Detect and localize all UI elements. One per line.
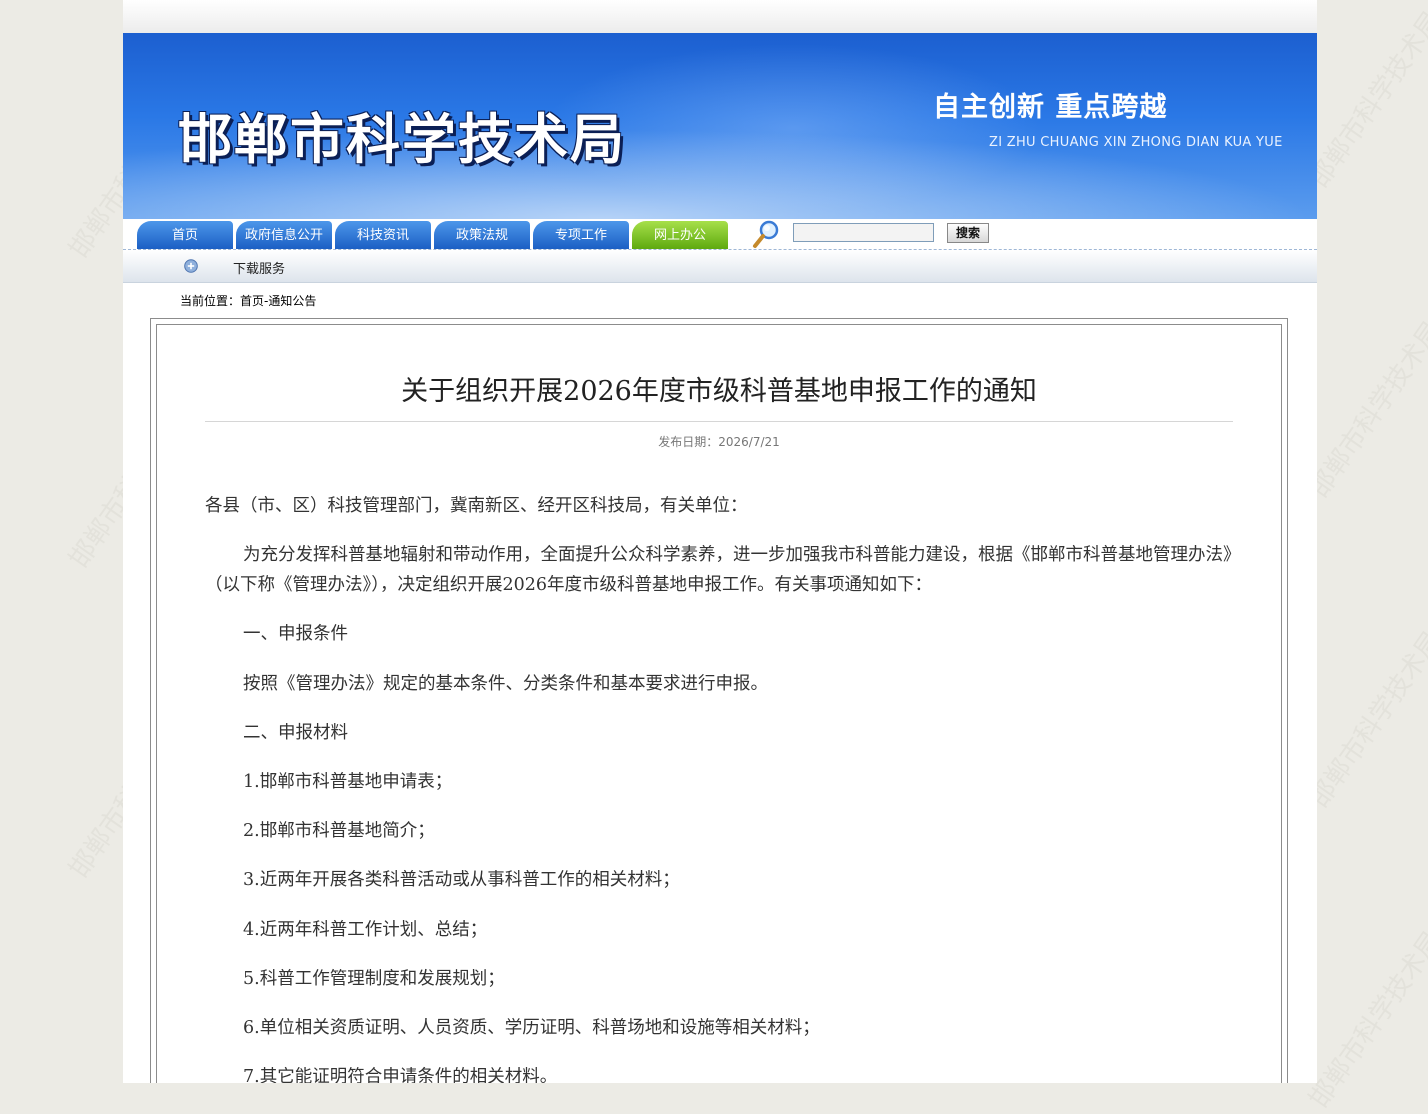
site-slogan-pinyin: ZI ZHU CHUANG XIN ZHONG DIAN KUA YUE [989,135,1283,150]
article-title: 关于组织开展2026年度市级科普基地申报工作的通知 [401,376,1037,407]
sub-nav: 下载服务 [123,250,1317,283]
plus-circle-icon [184,259,198,273]
article-salutation: 各县（市、区）科技管理部门，冀南新区、经开区科技局，有关单位： [205,496,748,516]
list-item: 4.近两年科普工作计划、总结； [243,920,488,940]
top-strip [123,0,1317,33]
section-heading: 一、申报条件 [243,624,348,644]
article-paragraph: 为充分发挥科普基地辐射和带动作用，全面提升公众科学素养，进一步加强我市科普能力建… [205,545,1232,595]
list-item: 3.近两年开展各类科普活动或从事科普工作的相关材料； [243,870,680,890]
breadcrumb: 当前位置：首页-通知公告 [180,294,317,308]
main-nav: 首页 政府信息公开 科技资讯 政策法规 专项工作 网上办公 搜索 [123,219,1317,250]
watermark-text: 邯郸市科学技术局 [1304,316,1428,504]
nav-tab-policy[interactable]: 政策法规 [434,221,530,249]
search-input[interactable] [793,223,934,242]
article-paragraph: 按照《管理办法》规定的基本条件、分类条件和基本要求进行申报。 [243,674,768,694]
article-frame: 关于组织开展2026年度市级科普基地申报工作的通知 发布日期：2026/7/21… [150,318,1288,1083]
nav-tab-tech-news[interactable]: 科技资讯 [335,221,431,249]
list-item: 5.科普工作管理制度和发展规划； [243,969,505,989]
page-container: 邯郸市科学技术局 自主创新 重点跨越 ZI ZHU CHUANG XIN ZHO… [123,0,1317,1083]
watermark-text: 邯郸市科学技术局 [1304,926,1428,1114]
search-button[interactable]: 搜索 [947,223,989,243]
list-item: 2.邯郸市科普基地简介； [243,821,435,841]
publish-date: 发布日期：2026/7/21 [658,435,780,449]
nav-tab-gov-info[interactable]: 政府信息公开 [236,221,332,249]
title-divider [205,421,1233,422]
nav-tab-special-work[interactable]: 专项工作 [533,221,629,249]
magnifier-icon [753,220,779,248]
article-frame-inner: 关于组织开展2026年度市级科普基地申报工作的通知 发布日期：2026/7/21… [156,324,1282,1083]
list-item: 1.邯郸市科普基地申请表； [243,772,453,792]
list-item: 7.其它能证明符合申请条件的相关材料。 [243,1067,558,1083]
list-item: 6.单位相关资质证明、人员资质、学历证明、科普场地和设施等相关材料； [243,1018,820,1038]
section-heading: 二、申报材料 [243,723,348,743]
subnav-link-download[interactable]: 下载服务 [233,258,285,277]
watermark-text: 邯郸市科学技术局 [1304,6,1428,194]
nav-tab-home[interactable]: 首页 [137,221,233,249]
nav-tab-online-office[interactable]: 网上办公 [632,221,728,249]
site-slogan: 自主创新 重点跨越 [933,92,1168,123]
site-banner: 邯郸市科学技术局 自主创新 重点跨越 ZI ZHU CHUANG XIN ZHO… [123,33,1317,219]
watermark-text: 邯郸市科学技术局 [1304,626,1428,814]
site-title: 邯郸市科学技术局 [178,107,626,171]
